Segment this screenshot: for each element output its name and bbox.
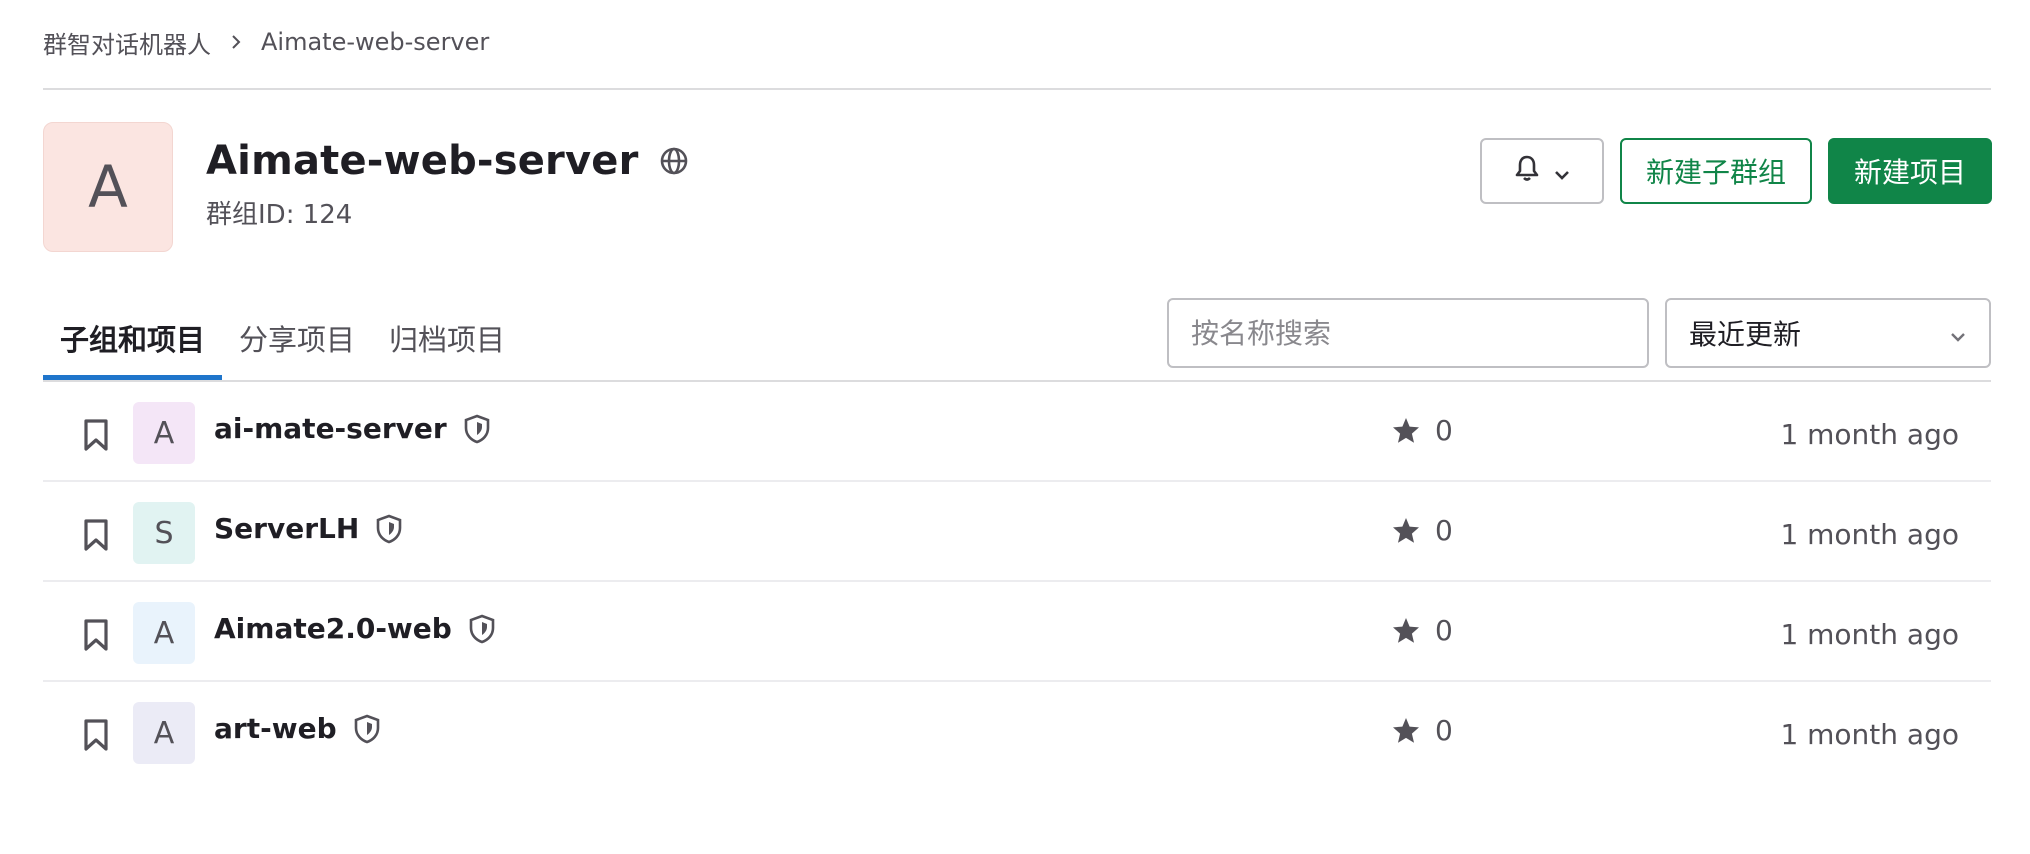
project-name[interactable]: art-web	[214, 712, 337, 745]
new-subgroup-button[interactable]: 新建子群组	[1620, 138, 1812, 204]
group-avatar: A	[43, 122, 173, 252]
project-avatar-letter: A	[153, 715, 175, 751]
breadcrumb-current[interactable]: Aimate-web-server	[261, 28, 489, 56]
updated-time: 1 month ago	[1780, 418, 1959, 451]
group-id: 群组ID: 124	[206, 200, 353, 230]
sort-selected: 最近更新	[1689, 318, 1802, 351]
chevron-down-icon	[1554, 155, 1570, 188]
chevron-right-icon	[229, 34, 243, 50]
list-item[interactable]: A Aimate2.0-web 0 1 month ago	[43, 582, 1991, 682]
project-avatar-letter: S	[154, 515, 174, 551]
tab-subgroups-and-projects[interactable]: 子组和项目	[43, 296, 223, 380]
project-avatar[interactable]: S	[133, 502, 195, 564]
star-count[interactable]: 0	[1391, 714, 1453, 747]
group-title-row: Aimate-web-server	[206, 138, 689, 184]
group-avatar-letter: A	[88, 153, 128, 221]
project-list: A ai-mate-server 0 1 month ago S ServerL…	[43, 382, 1991, 782]
star-icon	[1391, 716, 1421, 746]
project-name[interactable]: ServerLH	[214, 512, 359, 545]
bookmark-icon[interactable]	[83, 418, 109, 456]
bell-icon	[1514, 154, 1540, 189]
updated-time: 1 month ago	[1780, 618, 1959, 651]
star-icon	[1391, 416, 1421, 446]
project-avatar[interactable]: A	[133, 402, 195, 464]
shield-icon	[468, 613, 496, 645]
header-divider	[43, 88, 1991, 90]
project-avatar-letter: A	[153, 615, 175, 651]
star-count[interactable]: 0	[1391, 514, 1453, 547]
shield-icon	[375, 513, 403, 545]
search-input[interactable]	[1167, 298, 1649, 368]
project-avatar[interactable]: A	[133, 702, 195, 764]
star-count[interactable]: 0	[1391, 414, 1453, 447]
updated-time: 1 month ago	[1780, 718, 1959, 751]
tab-archived-projects[interactable]: 归档项目	[372, 296, 522, 380]
breadcrumb: 群智对话机器人 Aimate-web-server	[43, 22, 489, 62]
group-title: Aimate-web-server	[206, 138, 639, 184]
star-icon	[1391, 516, 1421, 546]
notification-dropdown-button[interactable]	[1480, 138, 1604, 204]
star-count-value: 0	[1435, 614, 1453, 647]
sort-dropdown[interactable]: 最近更新	[1665, 298, 1991, 368]
breadcrumb-parent[interactable]: 群智对话机器人	[43, 25, 211, 60]
new-project-button[interactable]: 新建项目	[1828, 138, 1992, 204]
chevron-down-icon	[1949, 317, 1967, 350]
list-item[interactable]: S ServerLH 0 1 month ago	[43, 482, 1991, 582]
star-count[interactable]: 0	[1391, 614, 1453, 647]
list-item[interactable]: A ai-mate-server 0 1 month ago	[43, 382, 1991, 482]
project-avatar-letter: A	[153, 415, 175, 451]
tab-bar: 子组和项目 分享项目 归档项目	[43, 296, 522, 380]
list-item[interactable]: A art-web 0 1 month ago	[43, 682, 1991, 782]
project-name-link[interactable]: art-web	[214, 712, 381, 745]
shield-icon	[463, 413, 491, 445]
project-name-link[interactable]: ServerLH	[214, 512, 403, 545]
project-name-link[interactable]: Aimate2.0-web	[214, 612, 496, 645]
star-icon	[1391, 616, 1421, 646]
updated-time: 1 month ago	[1780, 518, 1959, 551]
project-name[interactable]: Aimate2.0-web	[214, 612, 452, 645]
star-count-value: 0	[1435, 414, 1453, 447]
bookmark-icon[interactable]	[83, 518, 109, 556]
star-count-value: 0	[1435, 714, 1453, 747]
star-count-value: 0	[1435, 514, 1453, 547]
shield-icon	[353, 713, 381, 745]
bookmark-icon[interactable]	[83, 618, 109, 656]
bookmark-icon[interactable]	[83, 718, 109, 756]
project-avatar[interactable]: A	[133, 602, 195, 664]
globe-icon[interactable]	[659, 146, 689, 176]
tab-shared-projects[interactable]: 分享项目	[222, 296, 372, 380]
project-name-link[interactable]: ai-mate-server	[214, 412, 491, 445]
project-name[interactable]: ai-mate-server	[214, 412, 447, 445]
